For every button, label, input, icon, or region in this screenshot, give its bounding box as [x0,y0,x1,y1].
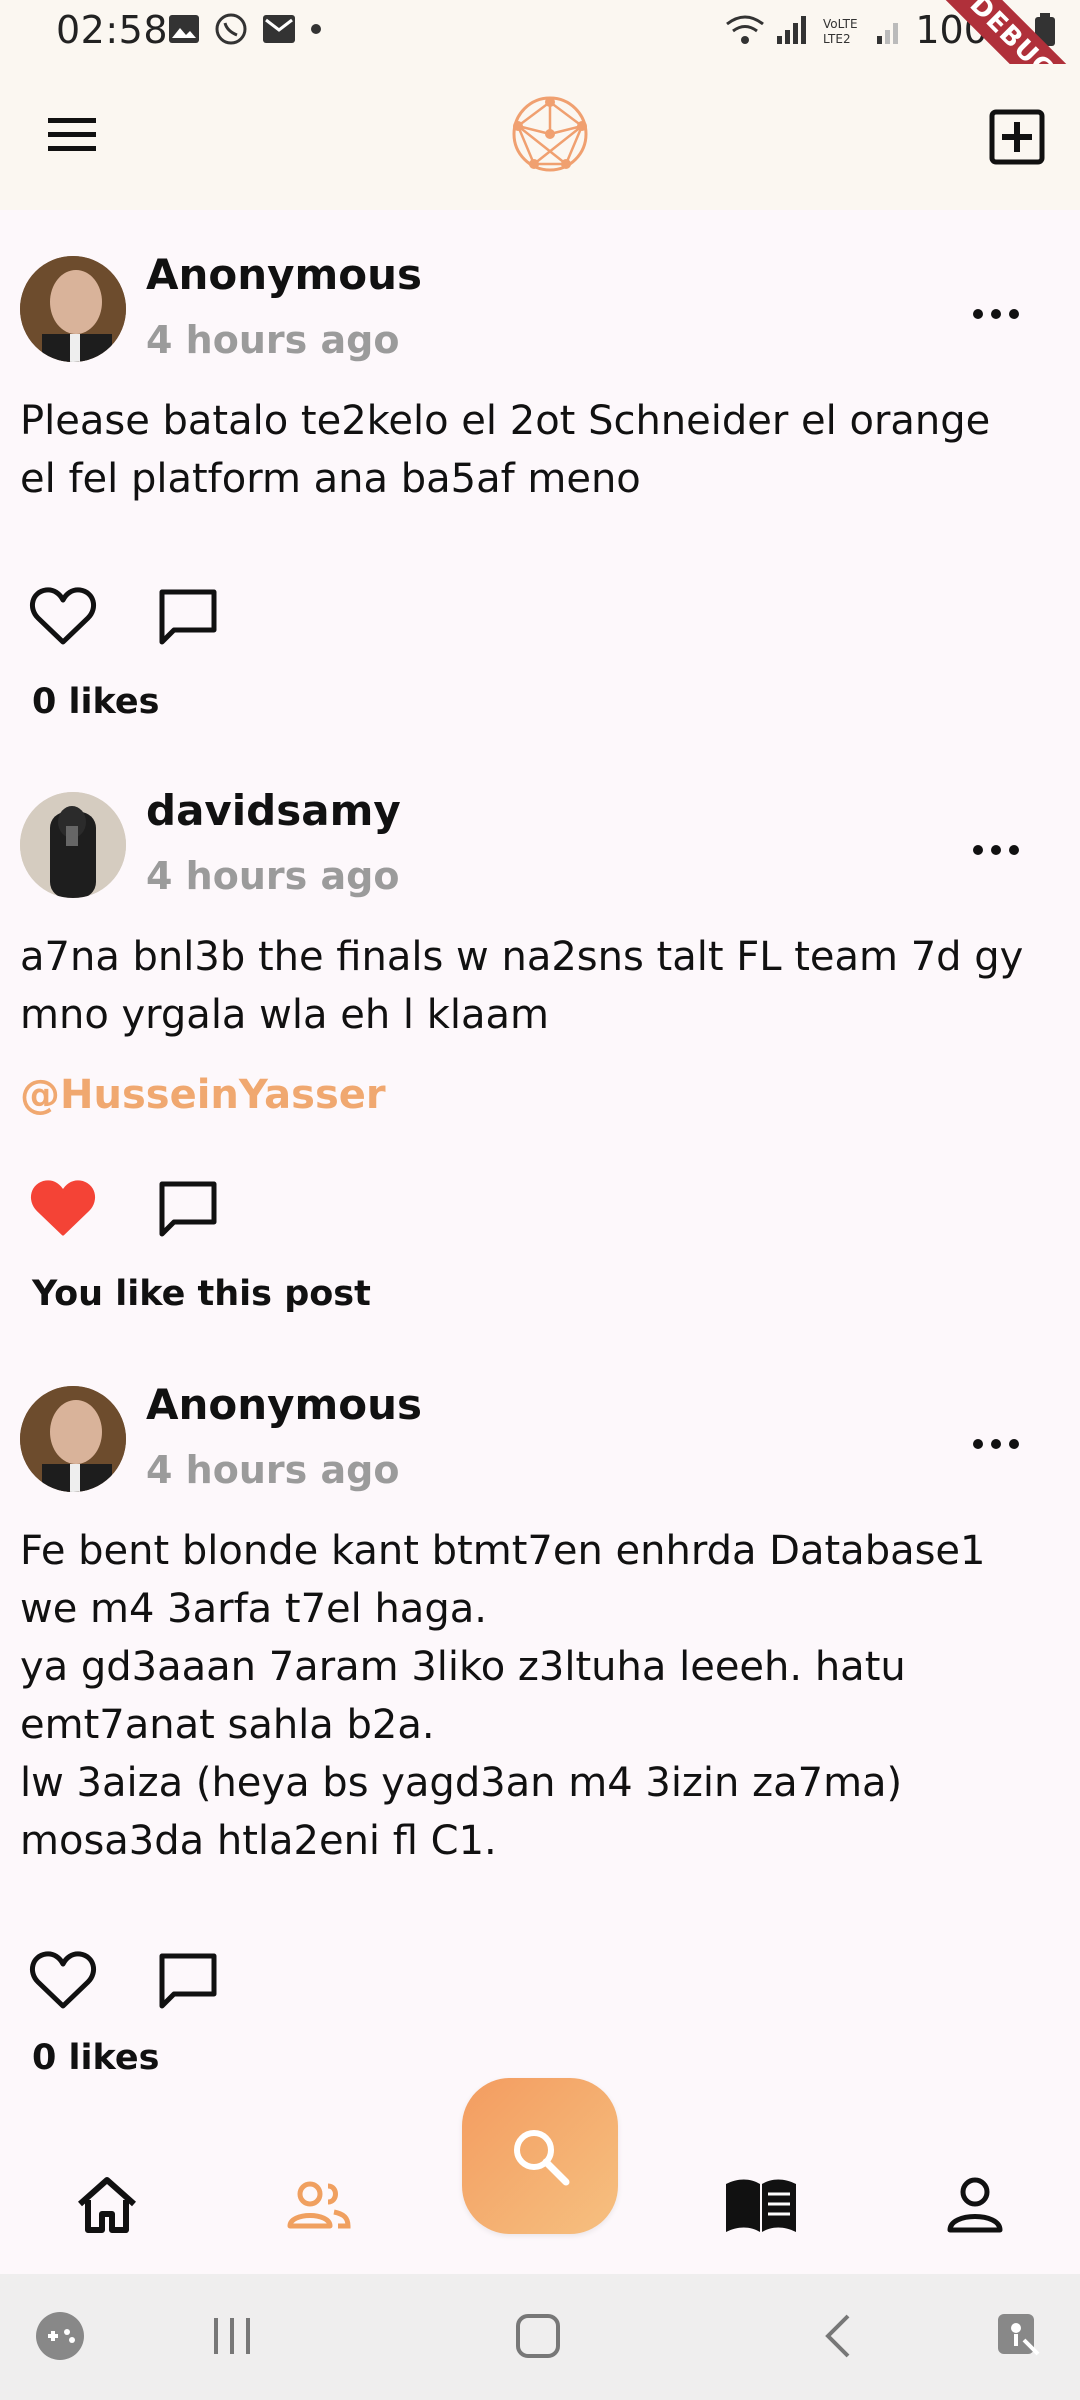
nav-library[interactable] [724,2170,796,2240]
back-button[interactable] [818,2310,858,2366]
search-icon [514,2130,570,2186]
post-time: 4 hours ago [146,854,400,898]
likes-count: 0 likes [32,2038,160,2078]
accessibility-button[interactable] [994,2310,1046,2366]
whatsapp-icon [215,13,247,45]
accessibility-touch-icon [998,2314,1040,2356]
search-button[interactable] [462,2078,618,2234]
heart-filled-icon [30,1180,96,1236]
more-horizontal-icon [973,1439,1019,1449]
add-box-icon [989,109,1045,165]
nav-profile[interactable] [940,2170,1010,2240]
menu-button[interactable] [40,104,110,164]
more-horizontal-icon [973,845,1019,855]
svg-text:VoLTE: VoLTE [823,17,858,31]
home-icon [78,2177,136,2233]
post-author[interactable]: davidsamy [146,786,401,835]
globe-network-logo [512,96,588,172]
book-icon [726,2179,796,2232]
comment-icon [159,1953,217,2009]
post-text: a7na bnl3b the finals w na2sns talt FL t… [20,934,1024,1038]
gallery-icon [169,15,199,43]
mention-link[interactable]: @HusseinYasser [20,1072,386,1118]
recent-apps-icon [214,2318,250,2354]
signal-weak-icon [877,23,899,44]
nav-home[interactable] [72,2170,142,2240]
like-button[interactable] [28,1176,98,1240]
more-options-button[interactable] [968,294,1024,334]
mail-icon [263,15,295,43]
post-text: Fe bent blonde kant btmt7en enhrda Datab… [20,1528,986,1864]
comment-button[interactable] [156,1176,220,1240]
status-time: 02:58 [56,8,169,52]
game-launcher-button[interactable] [34,2310,86,2366]
community-icon [287,2181,351,2229]
more-options-button[interactable] [968,830,1024,870]
post-text: Please batalo te2kelo el 2ot Schneider e… [20,398,991,502]
post-card: davidsamy 4 hours ago a7na bnl3b the fin… [0,746,1080,1326]
add-post-button[interactable] [988,108,1046,166]
post-card: Anonymous 4 hours ago Please batalo te2k… [0,210,1080,730]
like-button[interactable] [28,1948,98,2012]
game-controller-icon [36,2312,84,2360]
dot-icon [311,24,321,34]
like-button[interactable] [28,584,98,648]
post-author[interactable]: Anonymous [146,1380,422,1429]
svg-text:LTE2: LTE2 [823,32,851,46]
home-system-button[interactable] [512,2310,564,2366]
comment-icon [159,1181,217,1237]
post-card: Anonymous 4 hours ago Fe bent blonde kan… [0,1340,1080,2100]
heart-outline-icon [29,1951,97,2009]
comment-button[interactable] [156,584,220,648]
more-options-button[interactable] [968,1424,1024,1464]
post-author[interactable]: Anonymous [146,250,422,299]
profile-icon [947,2177,1003,2233]
more-horizontal-icon [973,309,1019,319]
recent-apps-button[interactable] [210,2310,254,2366]
avatar[interactable] [20,792,126,898]
menu-icon [48,118,96,151]
status-bar: 02:58 VoLTE LTE2 100% DEBUG [0,0,1080,137]
user-avatar-photo [20,1386,126,1492]
avatar[interactable] [20,256,126,362]
user-avatar-photo [20,792,126,898]
likes-count: You like this post [32,1274,371,1314]
wifi-icon [726,15,765,44]
user-avatar-photo [20,256,126,362]
app-bar [0,64,1080,210]
heart-outline-icon [29,587,97,645]
post-time: 4 hours ago [146,1448,400,1492]
volte-icon: VoLTELTE2 [823,17,858,46]
avatar[interactable] [20,1386,126,1492]
comment-button[interactable] [156,1948,220,2012]
signal-icon [777,16,807,44]
back-chevron-icon [825,2314,850,2358]
system-navigation-bar [0,2274,1080,2400]
nav-community[interactable] [284,2170,354,2240]
home-square-icon [516,2314,560,2358]
bottom-navigation [0,2078,1080,2274]
notification-icons [168,12,322,46]
likes-count: 0 likes [32,682,160,722]
comment-icon [159,589,217,645]
post-time: 4 hours ago [146,318,400,362]
